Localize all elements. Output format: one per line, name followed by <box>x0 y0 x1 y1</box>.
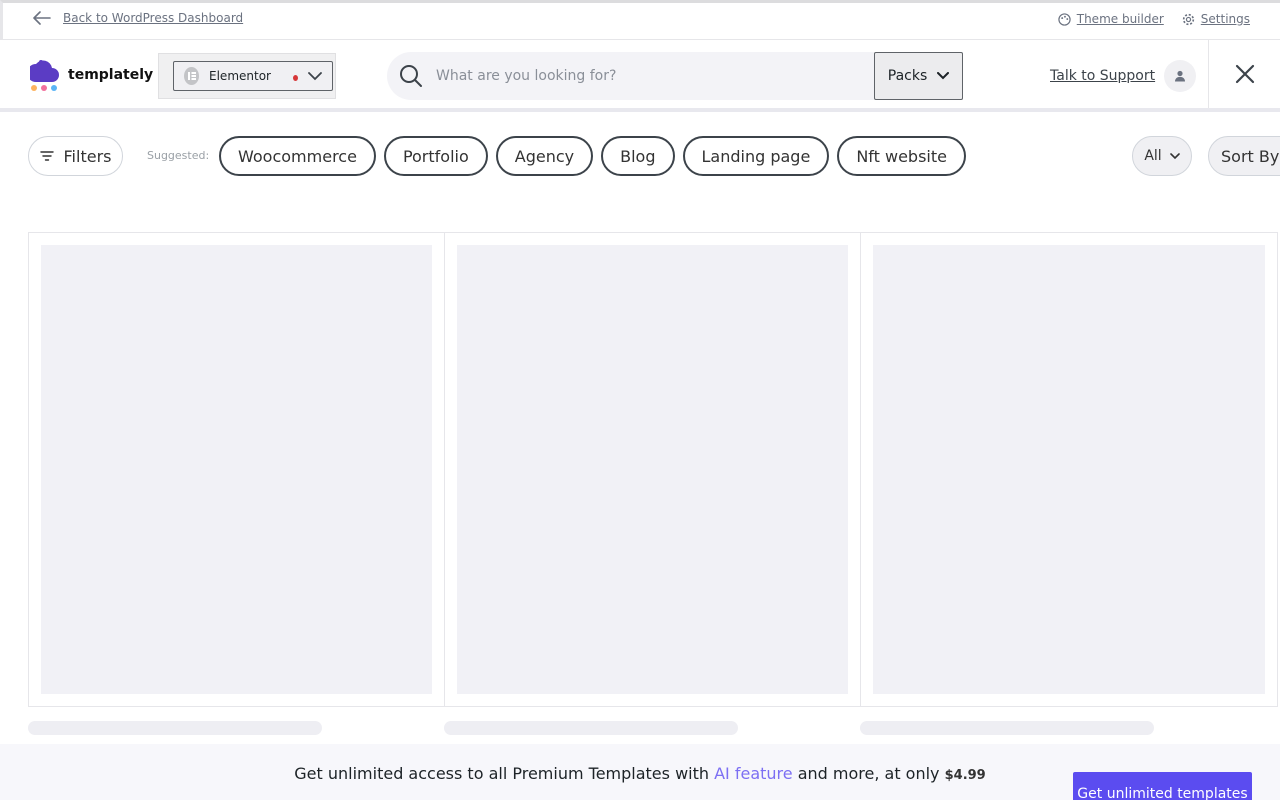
settings-label: Settings <box>1200 12 1250 26</box>
builder-select-label: Elementor <box>209 69 271 83</box>
theme-builder-label: Theme builder <box>1076 12 1164 26</box>
builder-select-wrapper: Elementor <box>158 53 336 99</box>
suggested-label: Suggested: <box>147 149 210 162</box>
filters-label: Filters <box>63 146 112 166</box>
search-input[interactable] <box>436 68 866 84</box>
theme-builder-link[interactable]: Theme builder <box>1058 12 1164 26</box>
wp-bar-actions: Theme builder Settings <box>1058 12 1250 26</box>
ai-feature-link[interactable]: AI feature <box>714 764 793 783</box>
settings-link[interactable]: Settings <box>1182 12 1250 26</box>
back-to-dashboard-link[interactable]: Back to WordPress Dashboard <box>33 11 243 25</box>
card-thumbnail-skeleton <box>457 245 848 694</box>
chip-portfolio[interactable]: Portfolio <box>383 136 488 176</box>
back-link-label: Back to WordPress Dashboard <box>63 11 244 25</box>
promo-text-after: and more, at only <box>792 764 945 783</box>
sort-by-label: Sort By <box>1221 146 1280 166</box>
chip-agency[interactable]: Agency <box>495 136 594 176</box>
promo-bar: Get unlimited access to all Premium Temp… <box>0 744 1280 800</box>
sort-by-button[interactable]: Sort By <box>1208 136 1280 176</box>
filters-button[interactable]: Filters <box>28 136 123 176</box>
chip-woocommerce[interactable]: Woocommerce <box>219 136 376 176</box>
filter-icon <box>39 151 54 161</box>
builder-status-dot <box>292 75 298 81</box>
card-title-skeleton <box>860 721 1154 735</box>
template-card-skeleton <box>444 232 861 707</box>
close-button[interactable] <box>1208 40 1280 108</box>
suggested-chips: Woocommerce Portfolio Agency Blog Landin… <box>219 136 966 176</box>
card-title-skeleton <box>444 721 738 735</box>
templately-logo-icon <box>30 58 60 92</box>
chip-nft-website[interactable]: Nft website <box>837 136 966 176</box>
plan-select-label: All <box>1144 148 1162 164</box>
templately-header: templately Elementor Packs Talk to Suppo… <box>0 40 1280 112</box>
template-card-skeleton <box>860 232 1278 707</box>
promo-text-before: Get unlimited access to all Premium Temp… <box>294 764 715 783</box>
chip-blog[interactable]: Blog <box>601 136 675 176</box>
builder-select[interactable]: Elementor <box>173 61 333 91</box>
card-thumbnail-skeleton <box>873 245 1265 694</box>
arrow-left-icon <box>33 11 51 25</box>
chevron-down-icon <box>937 72 950 80</box>
user-avatar[interactable] <box>1164 60 1196 92</box>
chevron-down-icon <box>308 71 322 81</box>
close-icon <box>1235 64 1255 84</box>
card-thumbnail-skeleton <box>41 245 432 694</box>
plan-select[interactable]: All <box>1132 136 1192 176</box>
type-select-label: Packs <box>887 68 928 84</box>
template-grid <box>28 232 1280 707</box>
templately-logo[interactable]: templately <box>30 58 153 92</box>
palette-icon <box>1058 12 1071 26</box>
talk-to-support-link[interactable]: Talk to Support <box>1050 68 1155 84</box>
type-select[interactable]: Packs <box>874 52 963 100</box>
chevron-down-icon <box>1169 152 1180 160</box>
elementor-icon <box>184 67 200 85</box>
gear-icon <box>1182 13 1195 26</box>
card-title-skeleton <box>28 721 322 735</box>
user-icon <box>1174 70 1186 82</box>
logo-text: templately <box>68 67 154 83</box>
chip-landing-page[interactable]: Landing page <box>682 136 830 176</box>
template-card-skeleton <box>28 232 445 707</box>
promo-price: $4.99 <box>944 768 986 783</box>
filters-row: Filters Suggested: Woocommerce Portfolio… <box>0 136 1280 176</box>
search-icon <box>399 64 423 88</box>
get-unlimited-templates-button[interactable]: Get unlimited templates <box>1073 772 1252 800</box>
wp-admin-bar: Back to WordPress Dashboard Theme builde… <box>0 0 1280 40</box>
